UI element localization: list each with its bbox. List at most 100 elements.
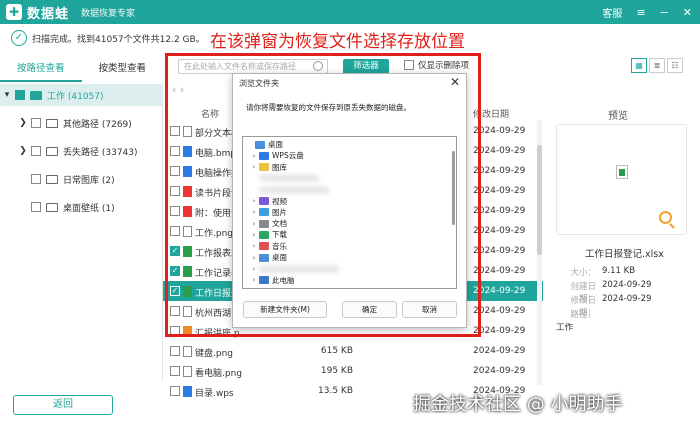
filter-button[interactable]: 筛选器 <box>343 59 389 74</box>
folder-tree-item[interactable]: › 音乐 <box>249 241 287 252</box>
file-date: 2024-09-29 <box>473 126 526 136</box>
new-folder-button[interactable]: 新建文件夹(M) <box>243 301 327 318</box>
sidebar-item-lost-paths[interactable]: ❯ 丢失路径 (33743) <box>18 143 138 159</box>
file-icon <box>183 246 192 257</box>
folder-tree-scroll-thumb[interactable] <box>452 151 455 225</box>
expand-icon[interactable]: › <box>249 220 259 228</box>
expand-icon[interactable]: ▾ <box>2 90 12 100</box>
column-name[interactable]: 名称 <box>201 107 219 120</box>
folder-tree-item[interactable]: › 桌面 <box>249 252 287 263</box>
cancel-button[interactable]: 取消 <box>402 301 457 318</box>
expand-icon[interactable]: › <box>249 197 259 205</box>
deleted-only-checkbox[interactable] <box>404 60 414 70</box>
folder-icon <box>46 118 58 128</box>
view-switcher: ▦ ≣ ☷ <box>631 58 683 73</box>
row-checkbox[interactable]: ✓ <box>170 266 180 276</box>
support-button[interactable]: 客服 <box>602 5 622 20</box>
search-input[interactable]: 在此处输入文件名称或保存路径 <box>178 59 328 74</box>
root-checkbox[interactable] <box>15 90 25 100</box>
expand-icon[interactable]: ❯ <box>18 118 28 128</box>
column-date[interactable]: 修改日期 <box>473 107 509 120</box>
nav-arrows-icon[interactable]: ‹ › <box>172 83 184 96</box>
item-checkbox[interactable] <box>31 118 41 128</box>
sidebar-item-other-paths[interactable]: ❯ 其他路径 (7269) <box>18 115 132 131</box>
table-row[interactable]: 键盘.png 615 KB 2024-09-29 <box>163 341 543 361</box>
drive-icon <box>30 90 42 100</box>
row-checkbox[interactable] <box>170 346 180 356</box>
detail-view-icon[interactable]: ☷ <box>667 58 683 73</box>
folder-icon <box>259 242 269 251</box>
search-icon[interactable] <box>313 61 323 71</box>
item-checkbox[interactable] <box>31 202 41 212</box>
sidebar: ▾ 工作 (41057) ❯ 其他路径 (7269) ❯ 丢失路径 (33743… <box>0 82 163 382</box>
folder-tree-item[interactable] <box>249 184 329 195</box>
watermark: 掘金技术社区 @ 小明助手 <box>413 394 623 415</box>
file-list-scroll-thumb[interactable] <box>537 145 542 255</box>
table-row[interactable]: 看电脑.png 195 KB 2024-09-29 <box>163 361 543 381</box>
folder-tree-item[interactable]: › 图片 <box>249 207 287 218</box>
row-checkbox[interactable] <box>170 386 180 396</box>
sidebar-item-label: 日常图库 (2) <box>63 175 115 186</box>
folder-tree-item[interactable]: › WPS云盘 <box>249 150 304 161</box>
expand-icon[interactable]: › <box>249 276 259 284</box>
file-icon <box>183 226 192 237</box>
back-button[interactable]: 返回 <box>13 395 113 415</box>
expand-icon[interactable]: › <box>249 242 259 250</box>
expand-icon[interactable]: ❯ <box>18 146 28 156</box>
folder-tree-item[interactable] <box>249 173 319 184</box>
expand-icon[interactable]: › <box>249 163 259 171</box>
folder-tree-item[interactable]: › 视频 <box>249 196 287 207</box>
menu-icon[interactable]: ≡ <box>636 6 645 19</box>
tab-by-type[interactable]: 按类型查看 <box>82 58 164 82</box>
folder-tree-label: 文档 <box>272 219 287 229</box>
file-name: 目录.wps <box>195 389 234 399</box>
row-checkbox[interactable] <box>170 146 180 156</box>
row-checkbox[interactable] <box>170 366 180 376</box>
sidebar-item-root[interactable]: ▾ 工作 (41057) <box>2 87 104 103</box>
folder-tree-label: 桌面 <box>272 253 287 262</box>
expand-icon[interactable]: › <box>249 208 259 216</box>
tab-by-path[interactable]: 按路径查看 <box>0 58 82 82</box>
row-checkbox[interactable] <box>170 126 180 136</box>
file-date: 2024-09-29 <box>473 166 526 176</box>
minimize-icon[interactable]: − <box>660 6 669 19</box>
sidebar-item-wallpaper[interactable]: 桌面壁纸 (1) <box>18 199 115 215</box>
close-icon[interactable]: ✕ <box>450 75 460 89</box>
file-icon <box>183 146 192 157</box>
preview-title: 预览 <box>608 111 628 122</box>
file-name: 工作报表2 <box>195 249 237 259</box>
expand-icon[interactable]: › <box>249 152 259 160</box>
folder-tree-item[interactable]: › 下载 <box>249 229 287 240</box>
folder-tree-label: 视频 <box>272 196 287 206</box>
folder-tree-item[interactable]: › 文档 <box>249 218 287 229</box>
folder-tree-item[interactable]: 桌面 <box>245 139 283 150</box>
row-checkbox[interactable] <box>170 166 180 176</box>
row-checkbox[interactable]: ✓ <box>170 246 180 256</box>
row-checkbox[interactable] <box>170 306 180 316</box>
row-checkbox[interactable] <box>170 226 180 236</box>
sidebar-item-daily-gallery[interactable]: 日常图库 (2) <box>18 171 115 187</box>
folder-tree-item[interactable]: › 图库 <box>249 162 287 173</box>
expand-icon[interactable]: › <box>249 265 259 273</box>
folder-tree-item[interactable]: › <box>249 263 339 274</box>
folder-tree-item[interactable]: › 此电脑 <box>249 275 295 286</box>
file-size: 195 KB <box>320 366 353 376</box>
grid-view-icon[interactable]: ▦ <box>631 58 647 73</box>
close-icon[interactable]: ✕ <box>683 6 692 19</box>
row-checkbox[interactable] <box>170 206 180 216</box>
list-view-icon[interactable]: ≣ <box>649 58 665 73</box>
folder-icon <box>46 202 58 212</box>
deleted-only-toggle[interactable]: 仅显示删除项 <box>404 59 469 71</box>
expand-icon[interactable]: › <box>249 231 259 239</box>
file-name: 电脑.bmp <box>195 149 237 159</box>
ok-button[interactable]: 确定 <box>342 301 397 318</box>
item-checkbox[interactable] <box>31 174 41 184</box>
expand-icon[interactable]: › <box>249 254 259 262</box>
redacted-item <box>259 174 319 183</box>
row-checkbox[interactable] <box>170 186 180 196</box>
row-checkbox[interactable] <box>170 326 180 336</box>
zoom-icon[interactable] <box>659 211 672 224</box>
browse-folder-dialog: 浏览文件夹 ✕ 请你将需要恢复的文件保存到原丢失数据的磁盘。 桌面 › WPS云盘 ›… <box>232 73 467 328</box>
item-checkbox[interactable] <box>31 146 41 156</box>
row-checkbox[interactable]: ✓ <box>170 286 180 296</box>
